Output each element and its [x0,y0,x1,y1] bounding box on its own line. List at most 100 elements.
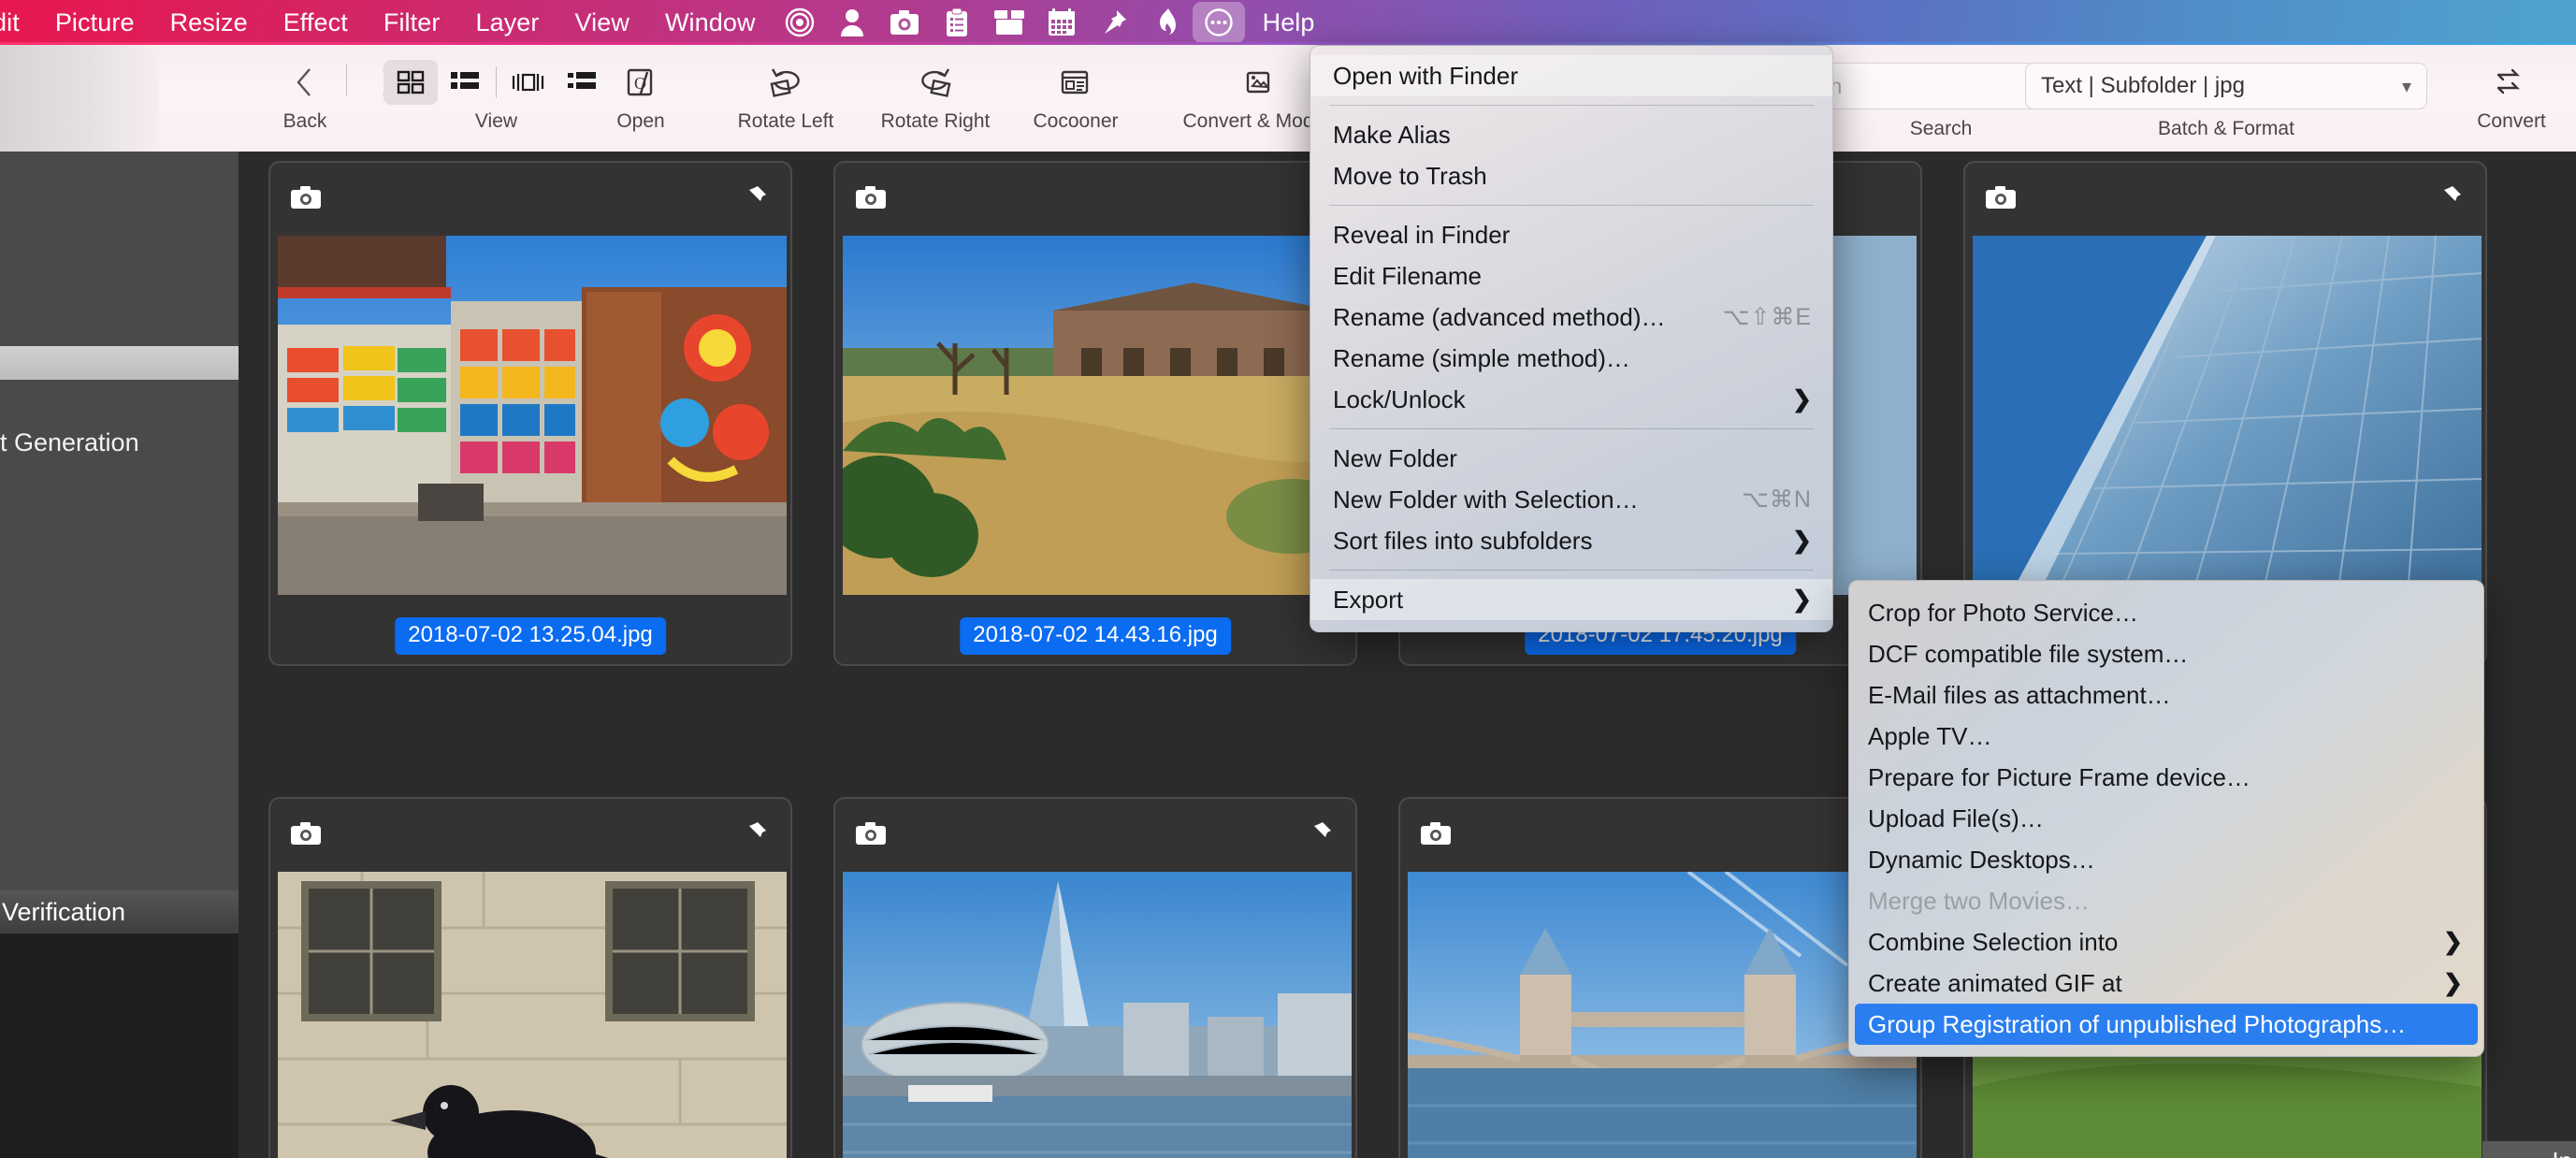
pin-badge-icon[interactable] [736,181,774,213]
thumbnail-image-thames-city-hall-shard [843,872,1352,1158]
submenu-item-label: DCF compatible file system… [1868,639,2189,668]
thumbnail-frame[interactable] [833,797,1357,1158]
thumbnail-item[interactable] [268,797,792,1158]
convert-button[interactable]: Convert [2455,45,2568,133]
clipboard-icon[interactable] [931,2,983,43]
context-menu-item[interactable]: Make Alias [1310,114,1832,155]
camera-badge-icon [1417,818,1454,849]
batch-format-select[interactable]: Text | Subfolder | jpg ▾ [2025,63,2427,109]
rotate-right-label: Rotate Right [880,110,991,132]
right-edge-row-in[interactable]: In [2482,1141,2576,1158]
pin-badge-icon[interactable] [2431,181,2468,213]
context-menu[interactable]: Open with Finder Make Alias Move to Trash R… [1310,45,1833,632]
thumbnail-frame[interactable] [268,161,792,666]
sidebar-panel-top [0,152,239,357]
submenu-item-label: Combine Selection into [1868,927,2119,956]
sidebar-verification-row[interactable]: Verification [0,890,239,934]
thumbnail-filename[interactable]: 2018-07-02 13.25.04.jpg [395,617,666,655]
thumbnail-filename[interactable]: 2018-07-02 14.43.16.jpg [960,617,1231,655]
context-menu-item-label: New Folder with Selection… [1333,485,1639,514]
view-filmstrip-icon[interactable] [500,60,555,105]
menu-window[interactable]: Window [647,2,774,43]
context-menu-item[interactable]: Rename (advanced method)… ⌥⇧⌘E [1310,297,1832,338]
context-menu-item[interactable]: Export ❯ [1310,579,1832,620]
pushpin-icon[interactable] [1088,2,1140,43]
context-menu-item-label: Rename (simple method)… [1333,343,1630,372]
view-list-icon[interactable] [438,60,492,105]
menu-picture[interactable]: Picture [37,2,152,43]
context-menu-item[interactable]: Rename (simple method)… [1310,338,1832,379]
thumbnail-frame[interactable] [1398,797,1922,1158]
menu-layer[interactable]: Layer [457,2,557,43]
menu-edit[interactable]: dit [0,2,37,43]
submenu-item[interactable]: Group Registration of unpublished Photog… [1855,1004,2478,1045]
submenu-item[interactable]: Crop for Photo Service… [1849,592,2483,633]
menu-separator [1329,205,1814,206]
submenu-item[interactable]: Merge two Movies… [1849,880,2483,921]
context-menu-item[interactable]: Sort files into subfolders ❯ [1310,520,1832,561]
person-icon[interactable] [826,2,878,43]
thumbnail-item[interactable] [1398,797,1922,1158]
submenu-item[interactable]: Apple TV… [1849,716,2483,757]
archive-box-icon[interactable] [983,2,1035,43]
context-menu-item-label: Open with Finder [1333,61,1518,90]
open-button[interactable]: O Open [603,45,678,133]
view-group: View [384,45,609,152]
rotate-right-icon [915,60,956,105]
export-submenu[interactable]: Crop for Photo Service… DCF compatible fi… [1848,580,2484,1057]
thumbnail-item[interactable]: 2018-07-02 13.25.04.jpg [268,161,792,666]
flame-icon[interactable] [1140,2,1193,43]
view-detail-icon[interactable] [555,60,609,105]
context-menu-item[interactable]: Lock/Unlock ❯ [1310,379,1832,420]
submenu-item[interactable]: Create animated GIF at ❯ [1849,963,2483,1004]
calendar-icon[interactable] [1035,2,1088,43]
menu-separator [1329,105,1814,106]
context-menu-item-label: Export [1333,585,1404,614]
ellipsis-circle-icon[interactable] [1192,2,1245,43]
sidebar-text-generation: t Generation [0,428,139,456]
submenu-item[interactable]: E-Mail files as attachment… [1849,674,2483,716]
chevron-right-icon: ❯ [1792,386,1812,413]
chevron-right-icon: ❯ [1792,586,1812,613]
back-label: Back [282,110,327,132]
submenu-item[interactable]: Dynamic Desktops… [1849,839,2483,880]
thumbnail-image-barn-field-landscape [843,236,1352,595]
pin-badge-icon[interactable] [736,818,774,849]
thumbnail-frame[interactable] [833,161,1357,666]
chevron-right-icon: ❯ [1792,528,1812,554]
context-menu-item[interactable]: New Folder [1310,438,1832,479]
view-segmented-control[interactable] [384,60,609,105]
submenu-item[interactable]: Combine Selection into ❯ [1849,921,2483,963]
context-menu-item[interactable]: Move to Trash [1310,155,1832,196]
target-icon[interactable] [774,2,826,43]
context-menu-item[interactable]: Edit Filename [1310,255,1832,297]
menu-view[interactable]: View [557,2,647,43]
view-button[interactable]: View [384,45,609,133]
thumbnail-item[interactable] [833,797,1357,1158]
menu-filter[interactable]: Filter [366,2,458,43]
view-grid-icon[interactable] [384,60,438,105]
context-menu-item[interactable]: Open with Finder [1310,55,1832,96]
menu-resize[interactable]: Resize [152,2,266,43]
submenu-item[interactable]: DCF compatible file system… [1849,633,2483,674]
submenu-item[interactable]: Prepare for Picture Frame device… [1849,757,2483,798]
menu-effect[interactable]: Effect [266,2,366,43]
chevron-right-icon: ❯ [2443,970,2463,996]
convert-label: Convert [2477,110,2546,132]
back-button[interactable]: Back [268,45,342,133]
thumbnail-frame[interactable] [268,797,792,1158]
context-menu-item[interactable]: Reveal in Finder [1310,214,1832,255]
cocooner-button[interactable]: Cocooner [996,45,1155,133]
thumbnail-image-tower-bridge [1408,872,1917,1158]
pin-badge-icon[interactable] [1301,818,1339,849]
menu-help[interactable]: Help [1245,2,1333,43]
submenu-item[interactable]: Upload File(s)… [1849,798,2483,839]
thumbnail-image-street-market-mural [278,236,787,595]
context-menu-item[interactable]: New Folder with Selection… ⌥⌘N [1310,479,1832,520]
menu-separator [1329,570,1814,571]
app-window: dit Picture Resize Effect Filter Layer V… [0,0,2576,1158]
context-menu-item-label: Move to Trash [1333,161,1487,190]
camera-icon[interactable] [878,2,931,43]
context-menu-item-label: Reveal in Finder [1333,220,1511,249]
thumbnail-item[interactable]: 2018-07-02 14.43.16.jpg [833,161,1357,666]
